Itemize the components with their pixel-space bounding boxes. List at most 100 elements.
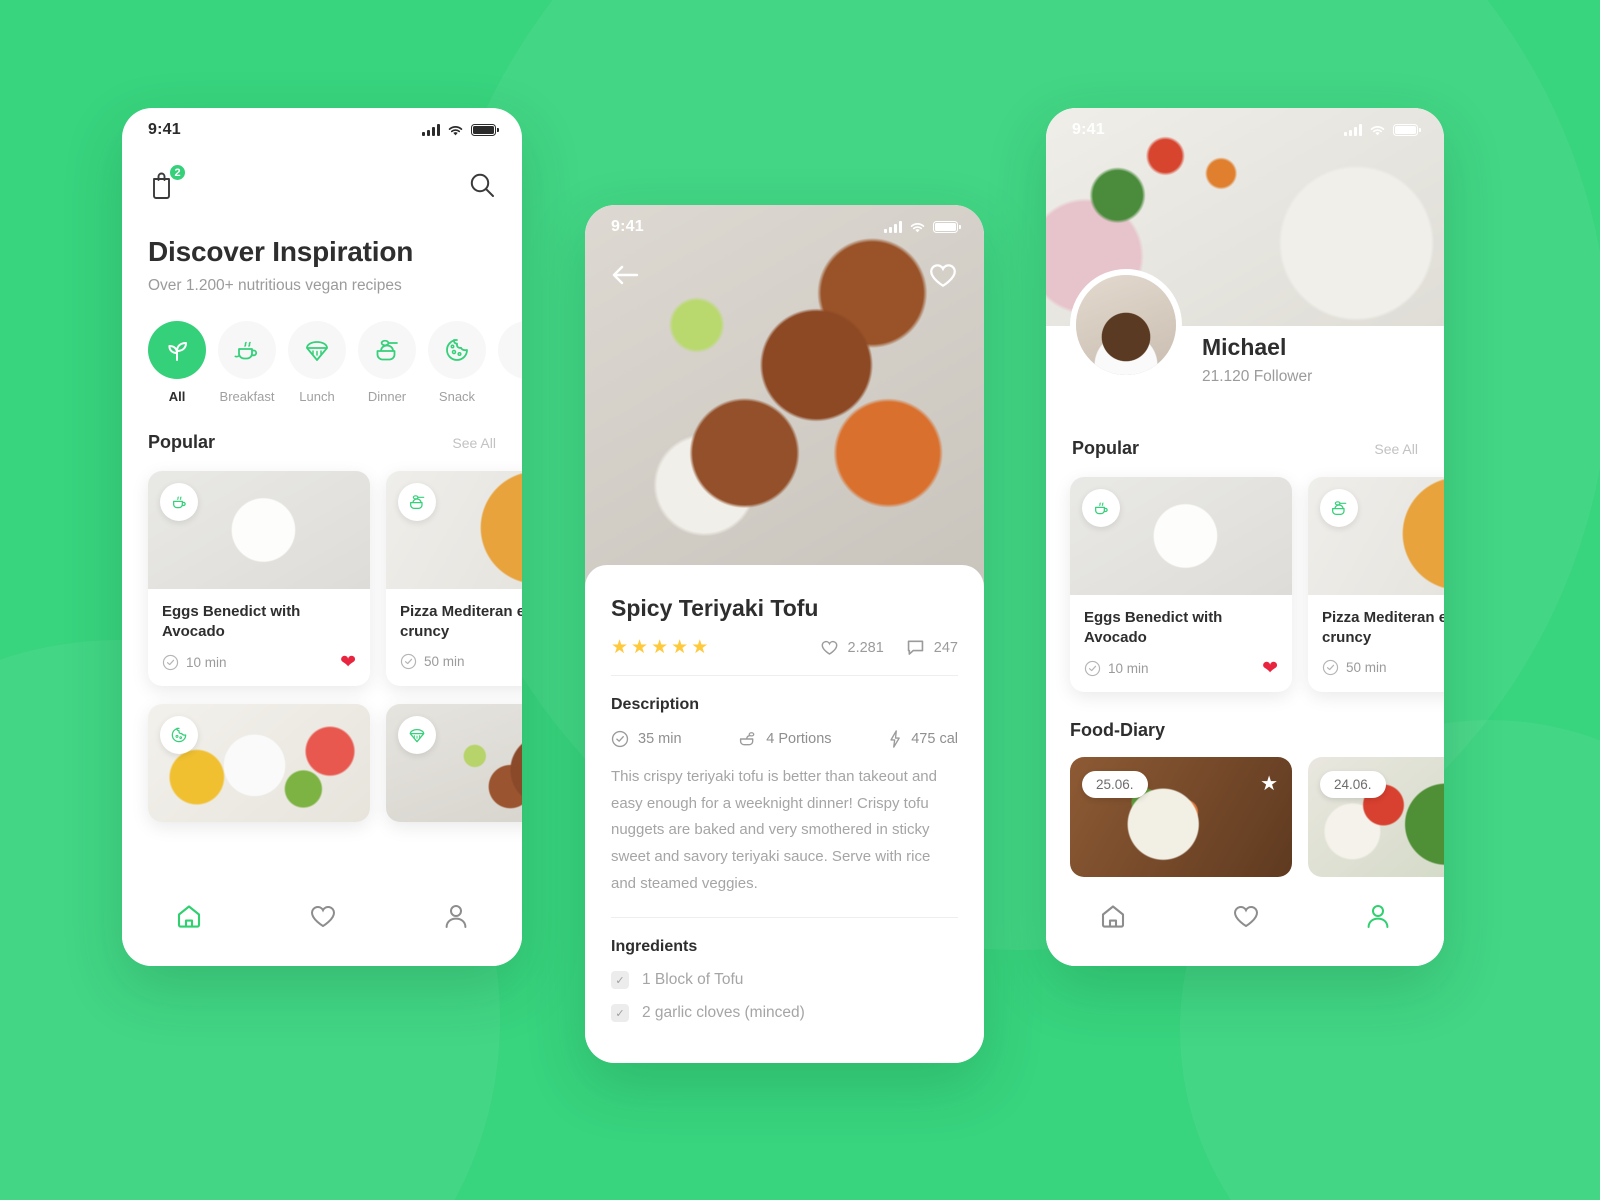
- cellular-signal-icon: [1344, 124, 1362, 136]
- recipe-image: [148, 471, 370, 589]
- comment-icon: [907, 640, 924, 655]
- profile-sections: Popular See All Eggs Benedict with Avoca…: [1046, 438, 1444, 877]
- bowl-spoon-icon: [376, 339, 398, 361]
- star-icon: ★: [651, 637, 669, 658]
- page-subtitle: Over 1.200+ nutritious vegan recipes: [148, 277, 402, 294]
- home-icon[interactable]: [1099, 902, 1127, 930]
- favorite-heart-icon[interactable]: ❤: [1262, 659, 1278, 678]
- phone-detail-screen: 9:41 Spicy Teriyaki Tofu ★ ★ ★ ★ ★ 2.281…: [585, 205, 984, 1063]
- cook-time: 10 min: [162, 654, 227, 671]
- recipe-description: This crispy teriyaki tofu is better than…: [611, 764, 958, 919]
- ingredient-item[interactable]: ✓ 2 garlic cloves (minced): [611, 1004, 958, 1023]
- heart-outline-icon[interactable]: [928, 261, 958, 289]
- category-filter-list[interactable]: All Breakfast Lunch Dinner Snack: [122, 295, 522, 404]
- teacup-icon-wrap: [218, 321, 276, 379]
- profile-header: Michael 21.120 Follower: [1046, 269, 1444, 426]
- status-bar-indicators: [422, 124, 499, 137]
- cook-time-value: 50 min: [424, 654, 465, 669]
- heart-icon[interactable]: [309, 903, 337, 929]
- recipe-title: Eggs Benedict with Avocado: [162, 603, 301, 640]
- recipe-card[interactable]: Pizza Mediteran extra cruncy 50 min: [386, 471, 522, 686]
- profile-meta: Michael 21.120 Follower: [1202, 334, 1312, 386]
- category-snack[interactable]: Snack: [428, 321, 486, 404]
- home-icon[interactable]: [175, 902, 203, 930]
- back-arrow-icon[interactable]: [611, 264, 639, 286]
- teacup-icon: [160, 483, 198, 521]
- cook-time-value: 10 min: [1108, 661, 1149, 676]
- recipe-detail-sheet: Spicy Teriyaki Tofu ★ ★ ★ ★ ★ 2.281 247 …: [585, 565, 984, 1063]
- cook-time: 10 min: [1084, 660, 1149, 677]
- page-title: Discover Inspiration: [148, 236, 414, 267]
- follower-count: 21.120 Follower: [1202, 368, 1313, 385]
- checkbox-icon[interactable]: ✓: [611, 971, 629, 990]
- battery-icon: [933, 221, 961, 233]
- recipe-card[interactable]: Pizza Mediteran extra cruncy 50 min: [1308, 477, 1444, 692]
- profile-icon[interactable]: [443, 902, 469, 930]
- category-dinner[interactable]: Dinner: [358, 321, 416, 404]
- checkbox-icon[interactable]: ✓: [611, 1004, 629, 1023]
- diary-entry[interactable]: 25.06. ★: [1070, 757, 1292, 877]
- status-bar-time: 9:41: [611, 218, 644, 235]
- favorite-heart-icon[interactable]: ❤: [340, 653, 356, 672]
- clock-icon: [1084, 660, 1101, 677]
- popular-card-row: Eggs Benedict with Avocado 10 min ❤ Pizz…: [122, 453, 522, 686]
- recipe-card[interactable]: Eggs Benedict with Avocado 10 min ❤: [1070, 477, 1292, 692]
- ingredient-text: 1 Block of Tofu: [642, 971, 744, 989]
- wifi-icon: [1370, 125, 1385, 135]
- teacup-icon: [1082, 489, 1120, 527]
- cart-button[interactable]: 2: [148, 163, 187, 202]
- cook-time: 50 min: [400, 653, 465, 670]
- popular-section-header: Popular See All: [122, 404, 522, 453]
- status-bar: 9:41: [585, 205, 984, 249]
- category-all[interactable]: All: [148, 321, 206, 404]
- recipe-card-body: Eggs Benedict with Avocado 10 min ❤: [148, 589, 370, 686]
- phone-profile-screen: 9:41 Michael 21.120 Follower Popular See…: [1046, 108, 1444, 966]
- description-heading: Description: [611, 696, 700, 713]
- category-breakfast[interactable]: Breakfast: [218, 321, 276, 404]
- status-bar-time: 9:41: [148, 121, 181, 138]
- cart-badge: 2: [168, 163, 187, 182]
- comment-count-value: 247: [933, 639, 958, 656]
- recipe-card-body: Pizza Mediteran extra cruncy 50 min: [386, 589, 522, 684]
- recipe-card[interactable]: [148, 704, 370, 822]
- cook-time-value: 10 min: [186, 655, 227, 670]
- bowl-spoon-icon-wrap: [358, 321, 416, 379]
- star-icon[interactable]: ★: [1260, 771, 1278, 796]
- heart-icon[interactable]: [1232, 903, 1260, 929]
- recipe-card-footer: 50 min: [400, 653, 522, 670]
- search-icon[interactable]: [468, 171, 496, 199]
- engagement-stats: 2.281 247: [820, 639, 958, 656]
- star-icon: ★: [611, 637, 629, 658]
- category-lunch[interactable]: Lunch: [288, 321, 346, 404]
- popular-section-header: Popular See All: [1046, 438, 1444, 459]
- category-more[interactable]: [498, 321, 522, 404]
- clock-icon: [611, 730, 629, 748]
- recipe-card[interactable]: Eggs Benedict with Avocado 10 min ❤: [148, 471, 370, 686]
- like-count[interactable]: 2.281: [820, 639, 884, 656]
- recipe-card-body: Eggs Benedict with Avocado 10 min ❤: [1070, 595, 1292, 692]
- profile-icon[interactable]: [1365, 902, 1391, 930]
- cookie-icon: [160, 716, 198, 754]
- comment-count[interactable]: 247: [906, 639, 958, 656]
- cellular-signal-icon: [422, 124, 440, 136]
- bottom-tab-bar[interactable]: [1046, 880, 1444, 966]
- bottom-tab-bar[interactable]: [122, 880, 522, 966]
- profile-name: Michael: [1202, 334, 1287, 360]
- recipe-title: Spicy Teriyaki Tofu: [611, 595, 819, 621]
- clock-icon: [400, 653, 417, 670]
- recipe-card[interactable]: [386, 704, 522, 822]
- see-all-link[interactable]: See All: [1374, 441, 1418, 457]
- category-label: Snack: [438, 389, 476, 404]
- food-diary-row: 25.06. ★ 24.06.: [1046, 741, 1444, 877]
- diary-entry[interactable]: 24.06.: [1308, 757, 1444, 877]
- ingredient-item[interactable]: ✓ 1 Block of Tofu: [611, 971, 958, 990]
- star-rating[interactable]: ★ ★ ★ ★ ★: [611, 638, 708, 657]
- status-bar-indicators: [1344, 124, 1421, 137]
- category-label: All: [168, 389, 186, 404]
- see-all-link[interactable]: See All: [452, 435, 496, 451]
- avatar[interactable]: [1070, 269, 1182, 381]
- diary-date: 24.06.: [1320, 771, 1386, 798]
- meta-time: 35 min: [611, 730, 682, 748]
- sandwich-icon: [306, 341, 328, 361]
- recipe-image: [1070, 477, 1292, 595]
